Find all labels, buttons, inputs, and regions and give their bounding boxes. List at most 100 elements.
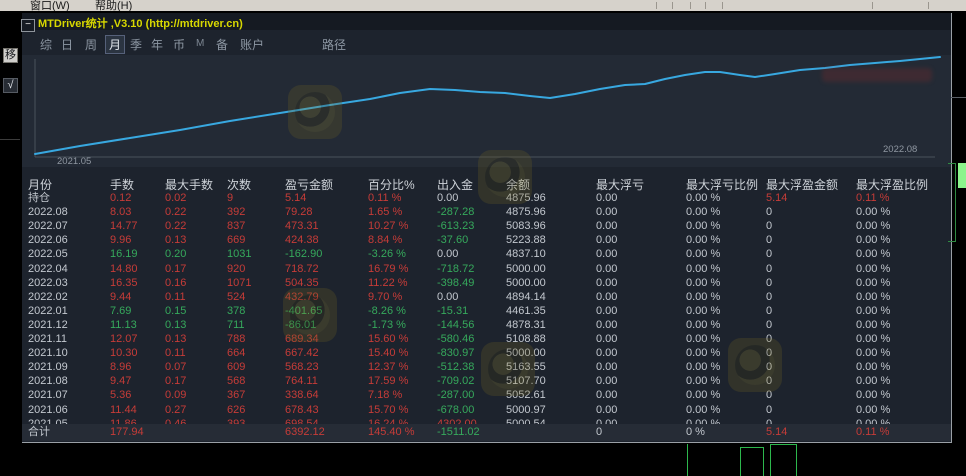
background-green-line (740, 447, 741, 476)
table-cell: 0.00 % (686, 276, 720, 290)
table-cell: 11.22 % (368, 276, 408, 290)
table-cell: 0.00 (596, 205, 617, 219)
table-cell: 5000.00 (506, 276, 546, 290)
table-cell: 0.00 (596, 346, 617, 360)
table-cell: 177.94 (110, 424, 144, 441)
table-cell: 12.07 (110, 332, 138, 346)
x-axis-label-start: 2021.05 (57, 156, 91, 167)
x-axis-label-end: 2022.08 (883, 144, 917, 155)
toolbar-tick (690, 2, 691, 9)
table-cell: 0.16 (165, 276, 186, 290)
tab-币[interactable]: 币 (170, 35, 188, 54)
table-cell: 4461.35 (506, 304, 546, 318)
toolbar-tick (722, 2, 723, 9)
table-row: 2022.088.030.2239279.281.65 %-287.284875… (22, 205, 951, 219)
table-cell: 0.00 (437, 191, 458, 205)
column-header: 月份 (28, 178, 52, 192)
table-cell: 2022.08 (28, 205, 68, 219)
minimize-button[interactable]: − (21, 19, 35, 32)
column-header: 百分比% (368, 178, 415, 192)
tab-综[interactable]: 综 (37, 35, 55, 54)
table-cell: 0.22 (165, 205, 186, 219)
table-cell: 15.40 % (368, 346, 408, 360)
table-cell: 0.00 (596, 219, 617, 233)
table-cell: 0.00 % (856, 290, 890, 304)
tab-备[interactable]: 备 (213, 35, 231, 54)
table-cell: 568.23 (285, 360, 319, 374)
table-cell: 0.00 (596, 262, 617, 276)
table-cell: 0.11 % (368, 191, 401, 205)
table-cell: 367 (227, 388, 245, 402)
table-row-total: 合计177.946392.12145.40 %-1511.0200 %5.140… (22, 424, 951, 441)
background-green-line (763, 447, 764, 476)
table-cell: 0.00 % (686, 290, 720, 304)
background-green-line (796, 444, 797, 476)
table-cell: -15.31 (437, 304, 468, 318)
tab-账户[interactable]: 账户 (237, 35, 267, 54)
table-cell: 0.00 (596, 233, 617, 247)
table-cell: 5000.00 (506, 262, 546, 276)
table-cell: 0 (766, 290, 772, 304)
table-cell: -8.26 % (368, 304, 406, 318)
panel-titlebar: MTDriver统计 ,V3.10 (http://mtdriver.cn) (22, 13, 951, 31)
column-header: 盈亏金额 (285, 178, 333, 192)
column-header: 出入金 (437, 178, 473, 192)
table-cell: -613.23 (437, 219, 474, 233)
table-cell: 2021.07 (28, 388, 68, 402)
table-cell: 14.77 (110, 219, 138, 233)
column-header: 次数 (227, 178, 251, 192)
table-cell: 0.11 (165, 290, 186, 304)
equity-curve (35, 57, 940, 154)
table-cell: -3.26 % (368, 247, 406, 261)
table-cell: 0 (766, 262, 772, 276)
table-cell: 2022.07 (28, 219, 68, 233)
menu-window[interactable]: 窗口(W) (30, 0, 70, 11)
table-cell: 0.00 % (686, 332, 720, 346)
table-cell: -580.46 (437, 332, 474, 346)
tab-季[interactable]: 季 (127, 35, 145, 54)
check-button[interactable]: √ (3, 78, 18, 93)
table-cell: 0.00 % (856, 205, 890, 219)
table-cell: 378 (227, 304, 245, 318)
table-cell: 0.00 % (856, 374, 890, 388)
table-cell: 2022.02 (28, 290, 68, 304)
table-cell: 764.11 (285, 374, 318, 388)
watermark-text-smudge (822, 68, 932, 82)
table-cell: 5.14 (285, 191, 306, 205)
table-cell: 2021.12 (28, 318, 68, 332)
column-header: 最大浮亏 (596, 178, 644, 192)
menu-help[interactable]: 帮助(H) (95, 0, 132, 11)
tab-年[interactable]: 年 (148, 35, 166, 54)
table-cell: 0.00 % (856, 304, 890, 318)
column-header: 最大手数 (165, 178, 213, 192)
table-cell: 0.00 (596, 388, 617, 402)
table-row: 2022.029.440.11524432.799.70 %0.004894.1… (22, 290, 951, 304)
background-green-line (687, 444, 688, 476)
table-cell: 9.96 (110, 233, 131, 247)
table-cell: 0.00 (596, 247, 617, 261)
table-cell: 0.00 (437, 247, 458, 261)
tab-月[interactable]: 月 (105, 35, 125, 54)
table-cell: 0.22 (165, 219, 186, 233)
tab-日[interactable]: 日 (58, 35, 76, 54)
table-cell: 5000.97 (506, 403, 546, 417)
path-label[interactable]: 路径 (322, 36, 346, 53)
table-cell: 0.00 % (856, 276, 890, 290)
table-cell: 0.20 (165, 247, 186, 261)
table-cell: 837 (227, 219, 245, 233)
table-cell: 0.00 % (856, 403, 890, 417)
table-cell: -718.72 (437, 262, 474, 276)
table-cell: 0.00 (596, 332, 617, 346)
app-menubar: 窗口(W) 帮助(H) (0, 0, 966, 11)
move-button[interactable]: 移 (3, 48, 18, 63)
table-cell: 0 % (686, 424, 705, 441)
tab-M[interactable]: M (193, 37, 207, 50)
table-cell: 2022.05 (28, 247, 68, 261)
toolbar-tick (872, 2, 873, 9)
table-cell: 0.13 (165, 318, 186, 332)
table-cell: 2021.11 (28, 332, 67, 346)
tab-周[interactable]: 周 (82, 35, 100, 54)
column-header: 最大浮盈比例 (856, 178, 928, 192)
table-cell: 4837.10 (506, 247, 546, 261)
table-cell: 0.00 (596, 360, 617, 374)
